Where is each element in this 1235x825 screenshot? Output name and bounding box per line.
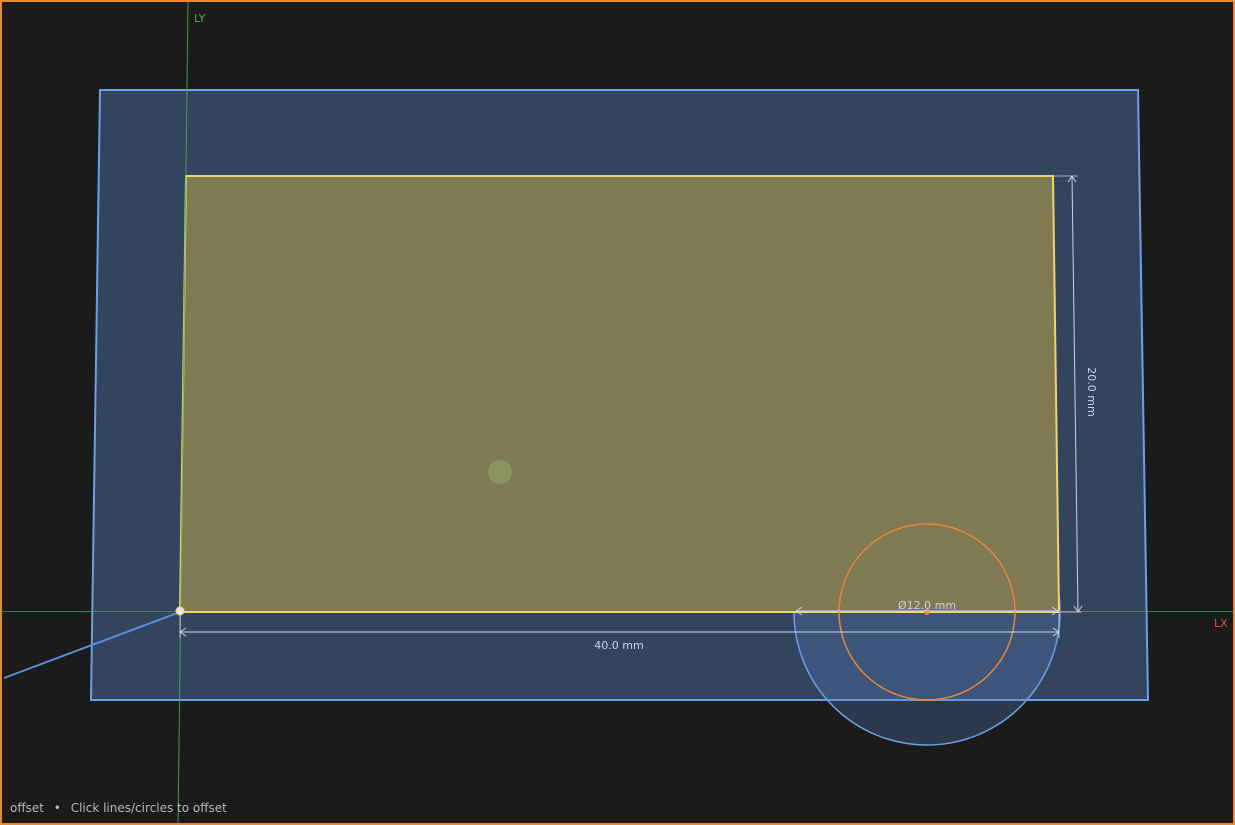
x-axis-label: LX	[1214, 617, 1228, 630]
y-axis-label: LY	[194, 12, 206, 25]
sketch-viewport[interactable]: Ø12.0 mm 40.0 mm 20.0 mm LY LX offset • …	[0, 0, 1235, 825]
width-dimension-label: 40.0 mm	[594, 639, 643, 652]
height-dimension-label: 20.0 mm	[1085, 367, 1098, 416]
status-separator: •	[53, 801, 61, 815]
tool-hint: Click lines/circles to offset	[70, 801, 227, 815]
sketch-rectangle[interactable]	[178, 175, 1061, 613]
status-bar: offset • Click lines/circles to offset	[10, 801, 227, 815]
diameter-dimension-label: Ø12.0 mm	[898, 599, 956, 612]
active-tool-name: offset	[10, 801, 44, 815]
origin-point[interactable]	[175, 606, 185, 616]
centroid-marker[interactable]	[488, 460, 512, 484]
sketch-canvas[interactable]: Ø12.0 mm 40.0 mm 20.0 mm LY LX	[2, 2, 1235, 825]
